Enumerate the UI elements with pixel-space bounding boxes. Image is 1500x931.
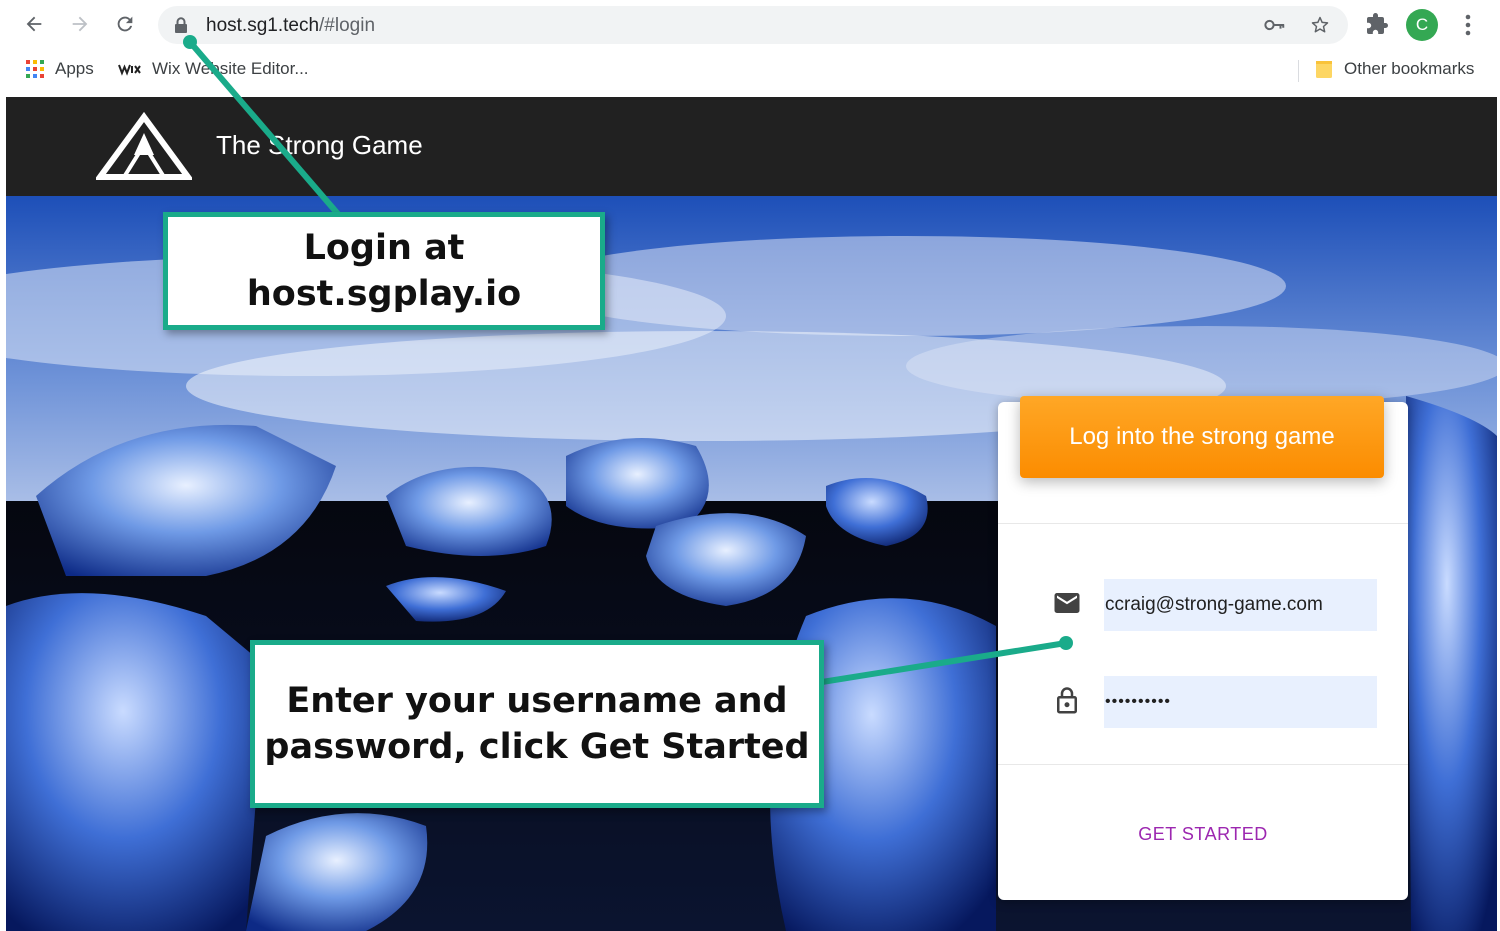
login-card-header: Log into the strong game: [1020, 396, 1384, 478]
email-field[interactable]: [1104, 579, 1377, 631]
url-path: /#login: [319, 15, 376, 36]
arrow-right-icon: [72, 16, 88, 32]
mountain-logo-icon[interactable]: [96, 111, 192, 181]
email-icon: [1054, 593, 1080, 613]
annotation-callout-credentials: Enter your username and password, click …: [250, 640, 824, 808]
app-title[interactable]: The Strong Game: [216, 130, 423, 161]
address-bar[interactable]: host.sg1.tech/#login: [158, 6, 1348, 44]
login-card-title: Log into the strong game: [1069, 423, 1335, 450]
forward-button[interactable]: [64, 8, 96, 40]
more-vert-icon[interactable]: [1458, 12, 1478, 38]
card-divider-bottom: [998, 764, 1408, 765]
key-icon[interactable]: [1264, 15, 1286, 35]
annotation-callout-login-url: Login at host.sgplay.io: [163, 212, 605, 330]
get-started-button[interactable]: GET STARTED: [1078, 812, 1328, 856]
wix-favicon-icon: [118, 64, 141, 76]
app-header: The Strong Game: [6, 97, 1497, 196]
url-text: host.sg1.tech/#login: [206, 15, 375, 37]
bookmark-wix-label: Wix Website Editor...: [152, 59, 309, 78]
callout-1-line-2: host.sgplay.io: [246, 274, 522, 314]
bookmark-wix[interactable]: Wix Website Editor...: [118, 59, 309, 79]
callout-2-line-1: Enter your username and: [286, 681, 788, 721]
reload-button[interactable]: [109, 8, 141, 40]
bookmark-apps[interactable]: Apps: [25, 59, 94, 79]
bookmarks-separator: [1298, 60, 1299, 82]
browser-chrome: host.sg1.tech/#login C Apps Wix Website …: [0, 0, 1500, 97]
other-bookmarks-label: Other bookmarks: [1344, 59, 1475, 78]
profile-avatar[interactable]: C: [1406, 9, 1438, 41]
folder-icon: [1316, 61, 1332, 78]
extensions-puzzle-icon[interactable]: [1365, 12, 1389, 36]
url-host: host.sg1.tech: [206, 15, 320, 36]
apps-grid-icon: [26, 60, 44, 78]
back-button[interactable]: [18, 8, 50, 40]
lock-icon: [1057, 687, 1077, 714]
reload-icon: [117, 16, 133, 32]
profile-initial: C: [1415, 15, 1429, 34]
arrow-left-icon: [26, 16, 42, 32]
other-bookmarks[interactable]: Other bookmarks: [1314, 59, 1474, 79]
password-field[interactable]: [1104, 676, 1377, 728]
callout-2-line-2: password, click Get Started: [264, 727, 810, 767]
login-card: Log into the strong game GET STARTED: [998, 396, 1408, 900]
star-icon[interactable]: [1309, 15, 1331, 35]
bookmark-apps-label: Apps: [55, 59, 94, 78]
bookmarks-bar: Apps Wix Website Editor... Other bookmar…: [0, 52, 1500, 88]
card-divider-top: [998, 523, 1408, 524]
lock-icon: [175, 17, 187, 33]
callout-1-line-1: Login at: [303, 228, 465, 268]
